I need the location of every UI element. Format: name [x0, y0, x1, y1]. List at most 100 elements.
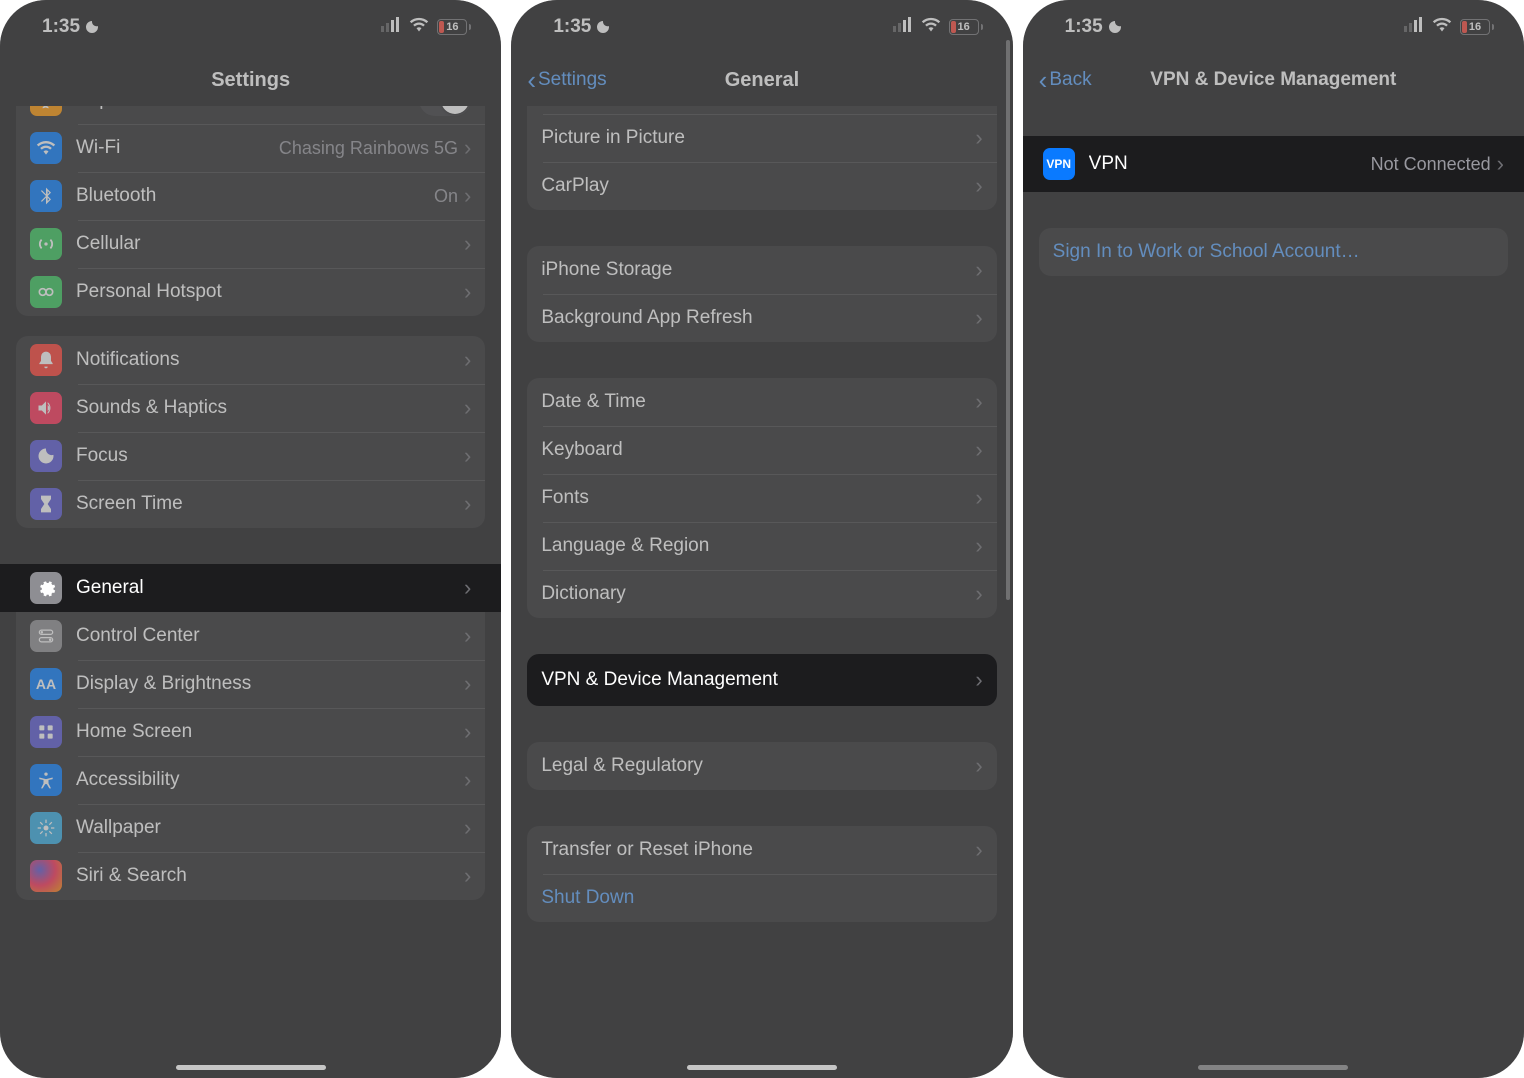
settings-row-wallpaper[interactable]: Wallpaper ›	[16, 804, 485, 852]
chevron-right-icon: ›	[975, 667, 982, 693]
home-indicator[interactable]	[687, 1065, 837, 1070]
row-label: Siri & Search	[76, 865, 464, 887]
vpn-row[interactable]: VPN VPN Not Connected ›	[1023, 136, 1524, 192]
page-title: General	[725, 69, 799, 92]
settings-row-controlcenter[interactable]: Control Center ›	[16, 612, 485, 660]
settings-row-siri[interactable]: Siri & Search ›	[16, 852, 485, 900]
row-label: Accessibility	[76, 769, 464, 791]
chevron-right-icon: ›	[464, 863, 471, 889]
hourglass-icon	[30, 488, 62, 520]
chevron-right-icon: ›	[464, 575, 471, 601]
airplane-toggle[interactable]	[419, 106, 471, 116]
settings-row-accessibility[interactable]: Accessibility ›	[16, 756, 485, 804]
general-row-shutdown[interactable]: Shut Down	[527, 874, 996, 922]
general-row-datetime[interactable]: Date & Time ›	[527, 378, 996, 426]
status-time: 1:35	[553, 16, 591, 38]
settings-row-cellular[interactable]: Cellular ›	[16, 220, 485, 268]
row-label: Screen Time	[76, 493, 464, 515]
row-detail: Not Connected	[1371, 154, 1491, 175]
settings-row-focus[interactable]: Focus ›	[16, 432, 485, 480]
chevron-right-icon: ›	[464, 279, 471, 305]
wifi-icon	[921, 16, 941, 38]
settings-row-display[interactable]: AA Display & Brightness ›	[16, 660, 485, 708]
row-label: Notifications	[76, 349, 464, 371]
general-row-fonts[interactable]: Fonts ›	[527, 474, 996, 522]
general-row[interactable]	[527, 106, 996, 114]
chevron-right-icon: ›	[464, 347, 471, 373]
chevron-right-icon: ›	[975, 125, 982, 151]
hotspot-icon	[30, 276, 62, 308]
row-label: Home Screen	[76, 721, 464, 743]
settings-row-bluetooth[interactable]: Bluetooth On ›	[16, 172, 485, 220]
home-indicator[interactable]	[176, 1065, 326, 1070]
general-row-transfer[interactable]: Transfer or Reset iPhone ›	[527, 826, 996, 874]
chevron-right-icon: ›	[1497, 151, 1504, 177]
row-label: Legal & Regulatory	[541, 755, 975, 777]
settings-row-sounds[interactable]: Sounds & Haptics ›	[16, 384, 485, 432]
general-row-bgrefresh[interactable]: Background App Refresh ›	[527, 294, 996, 342]
chevron-right-icon: ›	[975, 173, 982, 199]
general-row-language[interactable]: Language & Region ›	[527, 522, 996, 570]
wifi-icon	[409, 16, 429, 38]
row-label: Sounds & Haptics	[76, 397, 464, 419]
chevron-right-icon: ›	[975, 389, 982, 415]
cellular-signal-icon	[381, 16, 401, 38]
chevron-right-icon: ›	[464, 183, 471, 209]
page-title: Settings	[211, 69, 290, 92]
signin-row[interactable]: Sign In to Work or School Account…	[1039, 228, 1508, 276]
settings-row-hotspot[interactable]: Personal Hotspot ›	[16, 268, 485, 316]
grid-icon	[30, 716, 62, 748]
chevron-right-icon: ›	[975, 533, 982, 559]
siri-icon	[30, 860, 62, 892]
general-row-storage[interactable]: iPhone Storage ›	[527, 246, 996, 294]
row-label: CarPlay	[541, 175, 975, 197]
chevron-right-icon: ›	[464, 815, 471, 841]
row-detail: On	[434, 186, 458, 207]
accessibility-icon	[30, 764, 62, 796]
general-list[interactable]: Picture in Picture › CarPlay › iPhone St…	[511, 106, 1012, 1078]
row-label: Picture in Picture	[541, 127, 975, 149]
panel-settings: 1:35 16 Settings Airplane Mode	[0, 0, 501, 1078]
settings-row-wifi[interactable]: Wi-Fi Chasing Rainbows 5G ›	[16, 124, 485, 172]
battery-indicator: 16	[1460, 19, 1494, 35]
nav-bar: Settings	[0, 54, 501, 106]
panel-vpn: 1:35 16 ‹Back VPN & Device Management VP…	[1023, 0, 1524, 1078]
vpn-list[interactable]: VPN VPN Not Connected › Sign In to Work …	[1023, 106, 1524, 1078]
general-row-legal[interactable]: Legal & Regulatory ›	[527, 742, 996, 790]
general-row-pip[interactable]: Picture in Picture ›	[527, 114, 996, 162]
row-label: Display & Brightness	[76, 673, 464, 695]
moon-icon	[30, 440, 62, 472]
back-button[interactable]: ‹Settings	[527, 67, 606, 93]
gear-icon	[30, 572, 62, 604]
battery-indicator: 16	[949, 19, 983, 35]
back-button[interactable]: ‹Back	[1039, 67, 1092, 93]
row-label: Airplane Mode	[76, 106, 419, 111]
chevron-right-icon: ›	[975, 437, 982, 463]
general-row-carplay[interactable]: CarPlay ›	[527, 162, 996, 210]
general-row-vpn[interactable]: VPN & Device Management ›	[527, 654, 996, 706]
bell-icon	[30, 344, 62, 376]
settings-row-general[interactable]: General ›	[0, 564, 501, 612]
row-label: Focus	[76, 445, 464, 467]
row-label: iPhone Storage	[541, 259, 975, 281]
cellular-icon	[30, 228, 62, 260]
settings-row-notifications[interactable]: Notifications ›	[16, 336, 485, 384]
settings-row-homescreen[interactable]: Home Screen ›	[16, 708, 485, 756]
row-label: Language & Region	[541, 535, 975, 557]
chevron-right-icon: ›	[464, 395, 471, 421]
general-row-keyboard[interactable]: Keyboard ›	[527, 426, 996, 474]
status-bar: 1:35 16	[1023, 0, 1524, 54]
settings-list[interactable]: Airplane Mode Wi-Fi Chasing Rainbows 5G …	[0, 106, 501, 1078]
settings-row-airplane[interactable]: Airplane Mode	[16, 106, 485, 124]
chevron-right-icon: ›	[464, 231, 471, 257]
general-row-dictionary[interactable]: Dictionary ›	[527, 570, 996, 618]
chevron-right-icon: ›	[975, 257, 982, 283]
chevron-right-icon: ›	[464, 491, 471, 517]
settings-row-screentime[interactable]: Screen Time ›	[16, 480, 485, 528]
row-label: Fonts	[541, 487, 975, 509]
row-label: Control Center	[76, 625, 464, 647]
text-size-icon: AA	[30, 668, 62, 700]
speaker-icon	[30, 392, 62, 424]
home-indicator[interactable]	[1198, 1065, 1348, 1070]
scrollbar[interactable]	[1006, 40, 1010, 600]
